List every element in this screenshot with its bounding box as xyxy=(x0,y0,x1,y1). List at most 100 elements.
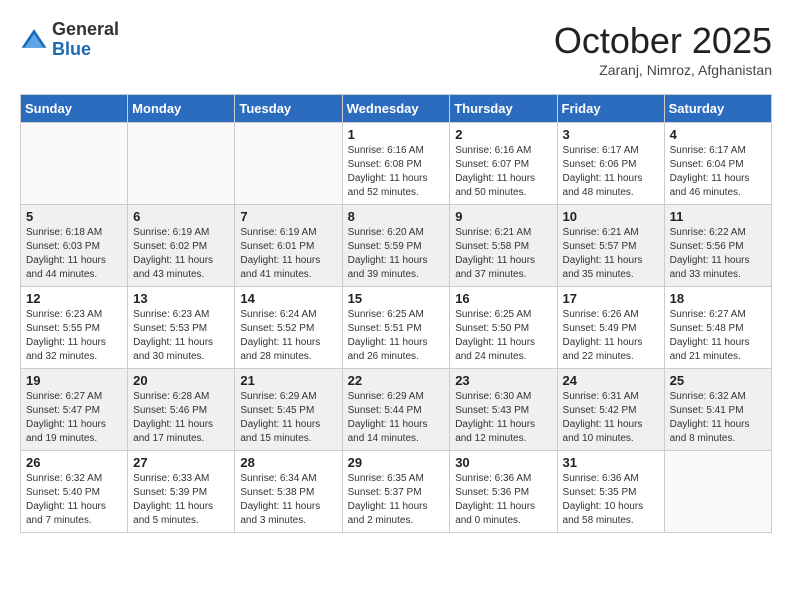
day-number: 25 xyxy=(670,373,766,388)
logo-icon xyxy=(20,26,48,54)
calendar-week-row: 1Sunrise: 6:16 AMSunset: 6:08 PMDaylight… xyxy=(21,123,772,205)
column-header-tuesday: Tuesday xyxy=(235,95,342,123)
day-number: 13 xyxy=(133,291,229,306)
calendar-cell: 4Sunrise: 6:17 AMSunset: 6:04 PMDaylight… xyxy=(664,123,771,205)
column-header-wednesday: Wednesday xyxy=(342,95,450,123)
location: Zaranj, Nimroz, Afghanistan xyxy=(554,62,772,78)
day-number: 26 xyxy=(26,455,122,470)
calendar-header-row: SundayMondayTuesdayWednesdayThursdayFrid… xyxy=(21,95,772,123)
calendar-cell xyxy=(235,123,342,205)
cell-info: Sunrise: 6:23 AMSunset: 5:53 PMDaylight:… xyxy=(133,308,229,364)
column-header-monday: Monday xyxy=(128,95,235,123)
calendar-cell: 10 Sunrise: 6:21 AMSunset: 5:57 PMDayligh… xyxy=(557,205,664,287)
calendar-cell: 3 Sunrise: 6:17 AMSunset: 6:06 PMDaylight… xyxy=(557,123,664,205)
calendar-week-row: 19Sunrise: 6:27 AMSunset: 5:47 PMDayligh… xyxy=(21,369,772,451)
calendar-cell: 20Sunrise: 6:28 AMSunset: 5:46 PMDayligh… xyxy=(128,369,235,451)
day-number: 6 xyxy=(133,209,229,224)
calendar-cell: 17 Sunrise: 6:26 AMSunset: 5:49 PMDayligh… xyxy=(557,287,664,369)
cell-info: Sunrise: 6:27 AMSunset: 5:47 PMDaylight:… xyxy=(26,390,122,446)
calendar-cell: 27 Sunrise: 6:33 AMSunset: 5:39 PMDayligh… xyxy=(128,451,235,533)
calendar-cell: 23 Sunrise: 6:30 AMSunset: 5:43 PMDayligh… xyxy=(450,369,557,451)
cell-info: Sunrise: 6:25 AMSunset: 5:51 PMDaylight:… xyxy=(348,308,445,364)
day-number: 2 xyxy=(455,127,551,142)
cell-info: Sunrise: 6:34 AMSunset: 5:38 PMDaylight:… xyxy=(240,472,336,528)
day-number: 20 xyxy=(133,373,229,388)
cell-info: Sunrise: 6:16 AMSunset: 6:07 PMDaylight:… xyxy=(455,144,551,200)
calendar-cell: 18 Sunrise: 6:27 AMSunset: 5:48 PMDayligh… xyxy=(664,287,771,369)
calendar-cell: 21Sunrise: 6:29 AMSunset: 5:45 PMDayligh… xyxy=(235,369,342,451)
cell-info: Sunrise: 6:29 AMSunset: 5:44 PMDaylight:… xyxy=(348,390,445,446)
calendar-week-row: 12 Sunrise: 6:23 AMSunset: 5:55 PMDayligh… xyxy=(21,287,772,369)
calendar-cell: 2 Sunrise: 6:16 AMSunset: 6:07 PMDaylight… xyxy=(450,123,557,205)
day-number: 30 xyxy=(455,455,551,470)
column-header-friday: Friday xyxy=(557,95,664,123)
day-number: 27 xyxy=(133,455,229,470)
cell-info: Sunrise: 6:27 AMSunset: 5:48 PMDaylight:… xyxy=(670,308,766,364)
calendar-cell: 14 Sunrise: 6:24 AMSunset: 5:52 PMDayligh… xyxy=(235,287,342,369)
calendar-cell: 31 Sunrise: 6:36 AMSunset: 5:35 PMDayligh… xyxy=(557,451,664,533)
day-number: 7 xyxy=(240,209,336,224)
cell-info: Sunrise: 6:18 AMSunset: 6:03 PMDaylight:… xyxy=(26,226,122,282)
cell-info: Sunrise: 6:23 AMSunset: 5:55 PMDaylight:… xyxy=(26,308,122,364)
calendar-cell: 29 Sunrise: 6:35 AMSunset: 5:37 PMDayligh… xyxy=(342,451,450,533)
calendar-week-row: 26 Sunrise: 6:32 AMSunset: 5:40 PMDayligh… xyxy=(21,451,772,533)
cell-info: Sunrise: 6:19 AMSunset: 6:01 PMDaylight:… xyxy=(240,226,336,282)
cell-info: Sunrise: 6:29 AMSunset: 5:45 PMDaylight:… xyxy=(240,390,336,446)
cell-info: Sunrise: 6:19 AMSunset: 6:02 PMDaylight:… xyxy=(133,226,229,282)
calendar-cell: 26 Sunrise: 6:32 AMSunset: 5:40 PMDayligh… xyxy=(21,451,128,533)
day-number: 1 xyxy=(348,127,445,142)
calendar-table: SundayMondayTuesdayWednesdayThursdayFrid… xyxy=(20,94,772,533)
calendar-cell: 16 Sunrise: 6:25 AMSunset: 5:50 PMDayligh… xyxy=(450,287,557,369)
day-number: 28 xyxy=(240,455,336,470)
day-number: 10 xyxy=(563,209,659,224)
day-number: 8 xyxy=(348,209,445,224)
cell-info: Sunrise: 6:22 AMSunset: 5:56 PMDaylight:… xyxy=(670,226,766,282)
logo: General Blue xyxy=(20,20,119,60)
cell-info: Sunrise: 6:26 AMSunset: 5:49 PMDaylight:… xyxy=(563,308,659,364)
day-number: 12 xyxy=(26,291,122,306)
day-number: 24 xyxy=(563,373,659,388)
day-number: 3 xyxy=(563,127,659,142)
calendar-cell: 22 Sunrise: 6:29 AMSunset: 5:44 PMDayligh… xyxy=(342,369,450,451)
cell-info: Sunrise: 6:32 AMSunset: 5:40 PMDaylight:… xyxy=(26,472,122,528)
cell-info: Sunrise: 6:33 AMSunset: 5:39 PMDaylight:… xyxy=(133,472,229,528)
cell-info: Sunrise: 6:20 AMSunset: 5:59 PMDaylight:… xyxy=(348,226,445,282)
calendar-cell xyxy=(128,123,235,205)
cell-info: Sunrise: 6:31 AMSunset: 5:42 PMDaylight:… xyxy=(563,390,659,446)
cell-info: Sunrise: 6:25 AMSunset: 5:50 PMDaylight:… xyxy=(455,308,551,364)
cell-info: Sunrise: 6:35 AMSunset: 5:37 PMDaylight:… xyxy=(348,472,445,528)
day-number: 23 xyxy=(455,373,551,388)
calendar-cell: 15 Sunrise: 6:25 AMSunset: 5:51 PMDayligh… xyxy=(342,287,450,369)
logo-general: General xyxy=(52,20,119,40)
calendar-cell: 24 Sunrise: 6:31 AMSunset: 5:42 PMDayligh… xyxy=(557,369,664,451)
cell-info: Sunrise: 6:32 AMSunset: 5:41 PMDaylight:… xyxy=(670,390,766,446)
day-number: 18 xyxy=(670,291,766,306)
day-number: 14 xyxy=(240,291,336,306)
cell-info: Sunrise: 6:24 AMSunset: 5:52 PMDaylight:… xyxy=(240,308,336,364)
cell-info: Sunrise: 6:17 AMSunset: 6:06 PMDaylight:… xyxy=(563,144,659,200)
cell-info: Sunrise: 6:30 AMSunset: 5:43 PMDaylight:… xyxy=(455,390,551,446)
day-number: 29 xyxy=(348,455,445,470)
calendar-cell xyxy=(21,123,128,205)
title-block: October 2025 Zaranj, Nimroz, Afghanistan xyxy=(554,20,772,78)
day-number: 17 xyxy=(563,291,659,306)
day-number: 16 xyxy=(455,291,551,306)
column-header-sunday: Sunday xyxy=(21,95,128,123)
calendar-cell: 8 Sunrise: 6:20 AMSunset: 5:59 PMDaylight… xyxy=(342,205,450,287)
page-header: General Blue October 2025 Zaranj, Nimroz… xyxy=(20,20,772,78)
calendar-cell: 19Sunrise: 6:27 AMSunset: 5:47 PMDayligh… xyxy=(21,369,128,451)
calendar-cell: 30Sunrise: 6:36 AMSunset: 5:36 PMDayligh… xyxy=(450,451,557,533)
calendar-cell: 25 Sunrise: 6:32 AMSunset: 5:41 PMDayligh… xyxy=(664,369,771,451)
day-number: 22 xyxy=(348,373,445,388)
day-number: 9 xyxy=(455,209,551,224)
day-number: 15 xyxy=(348,291,445,306)
calendar-cell xyxy=(664,451,771,533)
day-number: 31 xyxy=(563,455,659,470)
month-title: October 2025 xyxy=(554,20,772,62)
cell-info: Sunrise: 6:21 AMSunset: 5:57 PMDaylight:… xyxy=(563,226,659,282)
calendar-cell: 5Sunrise: 6:18 AMSunset: 6:03 PMDaylight… xyxy=(21,205,128,287)
cell-info: Sunrise: 6:36 AMSunset: 5:35 PMDaylight:… xyxy=(563,472,659,528)
column-header-thursday: Thursday xyxy=(450,95,557,123)
day-number: 11 xyxy=(670,209,766,224)
column-header-saturday: Saturday xyxy=(664,95,771,123)
